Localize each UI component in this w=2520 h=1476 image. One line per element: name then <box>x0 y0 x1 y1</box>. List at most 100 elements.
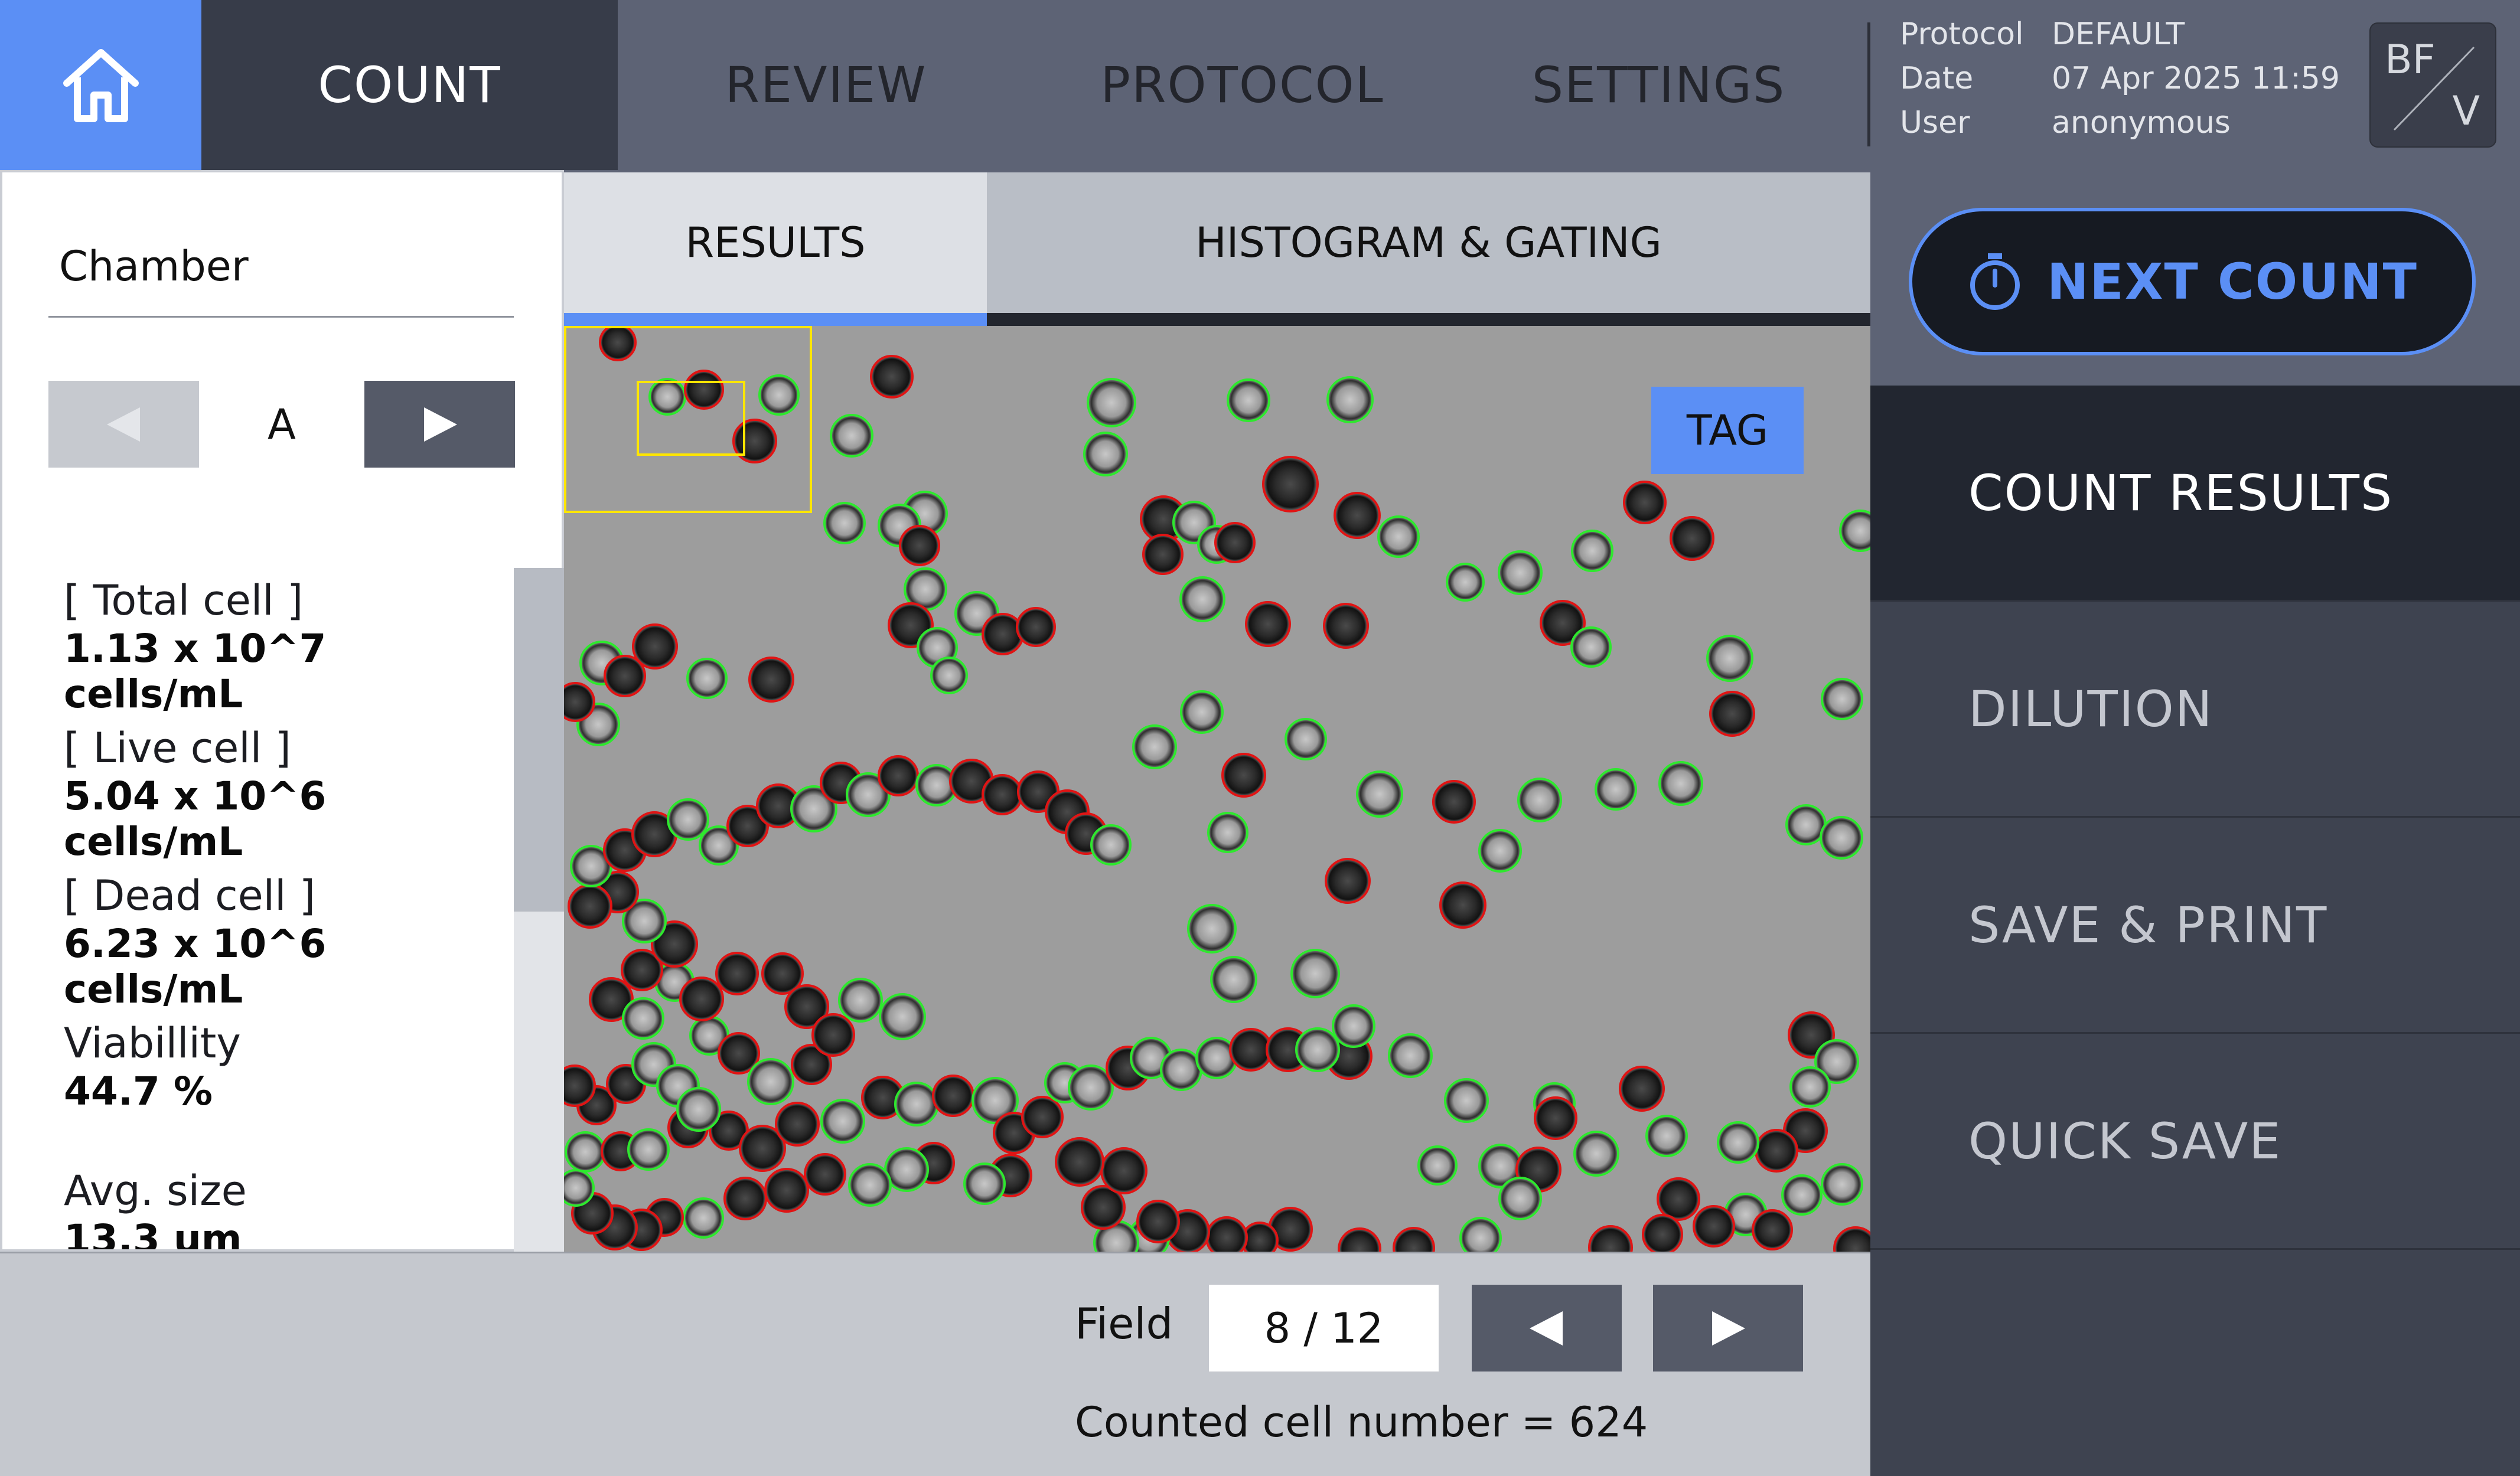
live-cell-marker <box>676 1087 721 1132</box>
menu-quick-save[interactable]: QUICK SAVE <box>1870 1034 2520 1250</box>
prev-field-button[interactable] <box>1472 1285 1622 1371</box>
live-cell-marker <box>1179 576 1225 622</box>
live-cell-marker <box>1290 949 1340 998</box>
dead-cell-marker <box>1214 522 1256 563</box>
home-button[interactable] <box>0 0 201 170</box>
live-cell-marker <box>848 1163 892 1207</box>
next-count-label: NEXT COUNT <box>2047 253 2418 311</box>
dead-cell-marker <box>1221 753 1266 798</box>
user-label: User <box>1900 105 1970 141</box>
dead-cell-marker <box>870 355 914 399</box>
dead-cell-marker <box>1245 601 1291 647</box>
live-cell-marker <box>1444 1078 1489 1123</box>
dead-cell-marker <box>811 1013 855 1057</box>
dead-cell-marker <box>899 525 940 566</box>
live-cell-marker <box>1285 718 1327 760</box>
live-cell-marker <box>1326 376 1374 423</box>
tab-count[interactable]: COUNT <box>201 0 618 170</box>
dead-cell-marker <box>1205 1216 1248 1252</box>
dead-cell-marker <box>723 1177 767 1220</box>
dead-cell-marker <box>1619 1066 1665 1112</box>
dead-cell-marker <box>1623 481 1667 524</box>
dead-cell-marker <box>732 419 777 463</box>
dead-cell-marker <box>1439 881 1486 929</box>
live-cell-marker <box>1210 956 1257 1003</box>
live-cell-marker <box>1645 1115 1688 1157</box>
live-cell-marker <box>838 978 883 1023</box>
menu-count-results[interactable]: COUNT RESULTS <box>1870 386 2520 602</box>
live-cell-marker <box>1570 626 1612 668</box>
dead-cell-marker <box>1709 691 1755 737</box>
field-value: 8 / 12 <box>1209 1285 1439 1371</box>
dead-cell-marker <box>1334 492 1381 539</box>
menu-dilution[interactable]: DILUTION <box>1870 602 2520 818</box>
dead-cell-marker <box>1432 780 1476 824</box>
tab-review[interactable]: REVIEW <box>618 0 1034 170</box>
dead-cell-marker <box>1100 1147 1147 1194</box>
dead-cell-marker <box>1657 1177 1700 1221</box>
total-cell-value: 1.13 x 10^7 cells/mL <box>64 626 327 717</box>
dead-cell-marker <box>804 1153 846 1196</box>
stats-scrollbar-thumb[interactable] <box>514 568 564 912</box>
live-cell-marker <box>1498 550 1543 595</box>
dead-cell-marker <box>1693 1205 1735 1248</box>
v-label: V <box>2452 88 2480 135</box>
live-cell-marker <box>1573 1131 1619 1177</box>
live-cell-marker <box>820 1099 865 1144</box>
live-cell-marker <box>1187 904 1237 953</box>
dead-cell-marker <box>679 977 724 1021</box>
live-cell-label: [ Live cell ] <box>64 724 291 772</box>
live-cell-marker <box>1478 829 1522 873</box>
live-cell-marker <box>1789 1066 1831 1108</box>
live-cell-marker <box>1706 635 1753 682</box>
live-cell-marker <box>1332 1004 1375 1048</box>
next-field-button[interactable] <box>1653 1285 1803 1371</box>
dead-cell-marker <box>599 326 637 361</box>
tab-results[interactable]: RESULTS <box>564 172 987 313</box>
viability-label: Viabillity <box>64 1019 241 1067</box>
dead-cell-marker <box>878 755 919 796</box>
field-label: Field <box>1075 1299 1173 1348</box>
live-cell-marker <box>667 798 709 841</box>
dead-cell-marker <box>568 884 612 929</box>
dead-cell-marker <box>1642 1214 1683 1252</box>
stopwatch-icon <box>1970 253 2020 310</box>
arrow-left-icon <box>1530 1311 1563 1346</box>
dead-cell-marker <box>1670 516 1714 561</box>
live-cell-marker <box>747 1058 794 1105</box>
tab-histogram-gating[interactable]: HISTOGRAM & GATING <box>987 172 1870 313</box>
dead-cell-marker <box>982 613 1024 655</box>
live-cell-marker <box>1083 432 1128 476</box>
chamber-title: Chamber <box>59 242 249 290</box>
live-cell-marker <box>565 1131 606 1173</box>
tab-settings[interactable]: SETTINGS <box>1450 0 1867 170</box>
chamber-value: A <box>268 400 296 449</box>
live-cell-marker <box>1417 1145 1458 1186</box>
next-chamber-button[interactable] <box>364 381 515 468</box>
dead-cell-label: [ Dead cell ] <box>64 871 316 920</box>
live-cell-marker <box>830 414 873 458</box>
dead-cell-marker <box>1229 1028 1273 1072</box>
dead-cell-marker <box>1325 858 1371 904</box>
dead-cell-marker <box>1755 1129 1798 1173</box>
stats-list: [ Total cell ] 1.13 x 10^7 cells/mL [ Li… <box>0 561 514 1249</box>
viability-value: 44.7 % <box>64 1069 213 1114</box>
live-cell-marker <box>1821 678 1863 720</box>
tab-protocol[interactable]: PROTOCOL <box>1034 0 1450 170</box>
live-cell-marker <box>1517 778 1562 822</box>
live-cell-marker <box>1446 563 1485 602</box>
live-cell-marker <box>1820 816 1863 860</box>
next-count-button[interactable]: NEXT COUNT <box>1909 208 2476 355</box>
live-cell-marker <box>1459 1217 1502 1252</box>
dead-cell-marker <box>1534 1096 1577 1140</box>
tag-button[interactable]: TAG <box>1651 387 1804 474</box>
tab-underline <box>987 313 1870 326</box>
prev-chamber-button[interactable] <box>48 381 199 468</box>
protocol-value: DEFAULT <box>2052 17 2185 52</box>
live-cell-marker <box>1090 824 1132 866</box>
menu-save-print[interactable]: SAVE & PRINT <box>1870 818 2520 1034</box>
live-cell-marker <box>648 378 686 416</box>
bf-v-toggle-button[interactable]: BF V <box>2369 22 2496 148</box>
dead-cell-marker <box>764 1168 809 1213</box>
dead-cell-marker <box>748 657 794 703</box>
